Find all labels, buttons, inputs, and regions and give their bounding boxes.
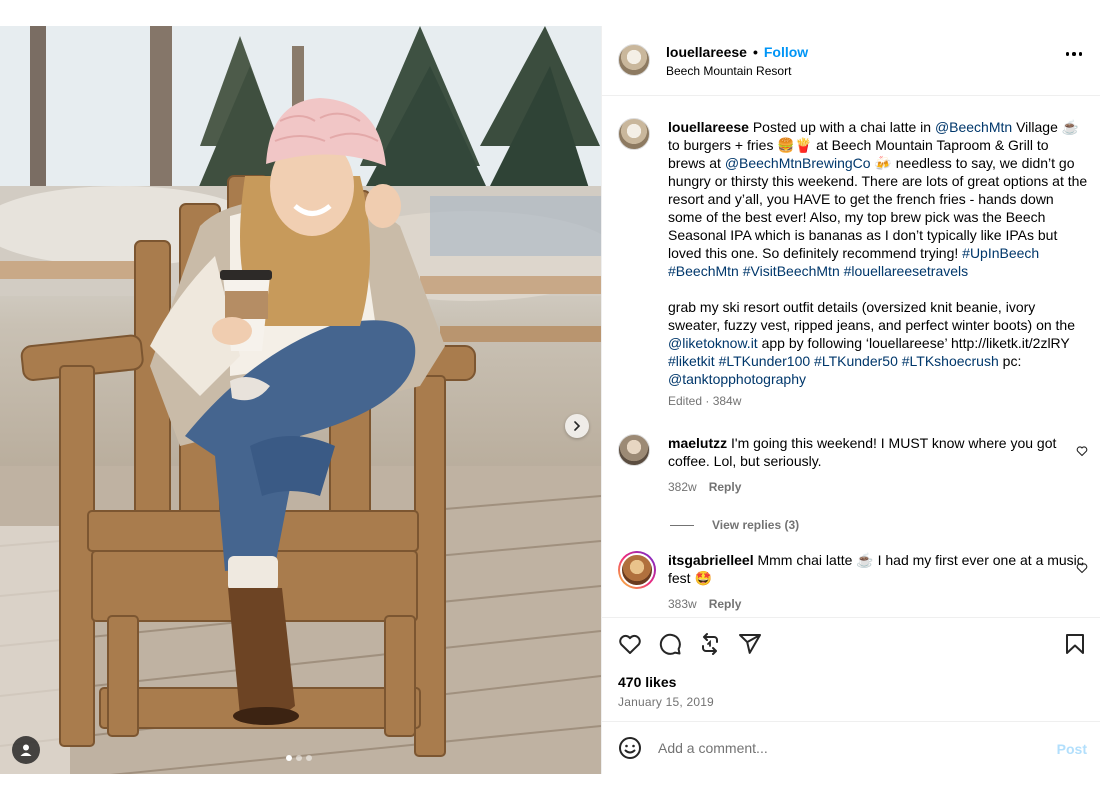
next-slide-button[interactable] <box>565 414 589 438</box>
emoji-icon <box>619 737 641 759</box>
post-comment-button[interactable]: Post <box>1057 741 1087 757</box>
author-line: louellareese • Follow <box>666 44 808 60</box>
caption-block: louellareese Posted up with a chai latte… <box>618 118 1088 408</box>
comment-meta: 382w Reply <box>668 480 1088 494</box>
comment-icon <box>659 633 681 655</box>
carousel-dot <box>286 755 292 761</box>
hashtags[interactable]: #liketkit #LTKunder100 #LTKunder50 #LTKs… <box>668 353 999 369</box>
like-button[interactable] <box>618 632 642 661</box>
tagged-users-button[interactable] <box>12 736 40 764</box>
add-comment-bar: Post <box>602 721 1100 774</box>
caption-part: pc: <box>998 353 1022 369</box>
view-replies-button[interactable]: View replies (3) <box>670 518 799 532</box>
share-icon <box>739 634 761 654</box>
share-button[interactable] <box>738 632 762 661</box>
more-horizontal-icon <box>1065 52 1082 56</box>
caption-meta: Edited · 384w <box>668 394 742 408</box>
like-comment-button[interactable] <box>1076 561 1088 579</box>
carousel-indicator <box>286 755 312 761</box>
post-panel: louellareese • Follow Beech Mountain Resor… <box>601 26 1100 774</box>
heart-icon <box>1076 446 1088 457</box>
comment-item: itsgabrielleel Mmm chai latte ☕ I had my… <box>618 551 1088 611</box>
commenter-avatar[interactable] <box>618 551 656 589</box>
heart-icon <box>1076 563 1088 574</box>
repost-icon <box>702 633 718 655</box>
caption-part: grab my ski resort outfit details (overs… <box>668 299 1075 333</box>
comment-meta: 383w Reply <box>668 597 1088 611</box>
more-options-button[interactable] <box>1065 52 1082 56</box>
comment-age: 383w <box>668 597 697 611</box>
view-replies-label: View replies (3) <box>712 518 800 532</box>
commenter-username[interactable]: itsgabrielleel <box>668 552 754 568</box>
mention-link[interactable]: @tanktopphotography <box>668 371 806 387</box>
comment-item: maelutzz I'm going this weekend! I MUST … <box>618 434 1088 494</box>
comment-text: maelutzz I'm going this weekend! I MUST … <box>668 434 1088 470</box>
comment-age: 382w <box>668 480 697 494</box>
post-media[interactable] <box>0 26 601 774</box>
post-actions: 470 likes January 15, 2019 <box>602 617 1100 721</box>
post-photo <box>0 26 601 774</box>
author-avatar[interactable] <box>618 44 650 76</box>
commenter-username[interactable]: maelutzz <box>668 435 727 451</box>
mention-link[interactable]: @BeechMtnBrewingCo <box>725 155 871 171</box>
action-icons <box>618 632 762 661</box>
save-button[interactable] <box>1063 632 1087 661</box>
bookmark-icon <box>1066 634 1084 654</box>
author-username[interactable]: louellareese <box>666 44 747 60</box>
user-icon <box>20 744 32 756</box>
chevron-right-icon <box>574 421 581 431</box>
heart-icon <box>619 634 641 654</box>
like-comment-button[interactable] <box>1076 444 1088 462</box>
reply-button[interactable]: Reply <box>709 480 742 494</box>
comment-input[interactable] <box>658 736 1038 760</box>
comment-text: itsgabrielleel Mmm chai latte ☕ I had my… <box>668 551 1088 587</box>
comment-button[interactable] <box>658 632 682 661</box>
mention-link[interactable]: @liketoknow.it <box>668 335 758 351</box>
post-date[interactable]: January 15, 2019 <box>618 695 714 709</box>
post-location[interactable]: Beech Mountain Resort <box>666 64 791 78</box>
caption-part: app by following ‘louellareese’ http://l… <box>757 335 1070 351</box>
repost-button[interactable] <box>698 632 722 661</box>
carousel-dot <box>296 755 302 761</box>
follow-button[interactable]: Follow <box>764 44 808 60</box>
emoji-button[interactable] <box>618 736 642 765</box>
caption-text: louellareese Posted up with a chai latte… <box>668 118 1088 388</box>
commenter-avatar[interactable] <box>618 434 650 466</box>
comments-list[interactable]: louellareese Posted up with a chai latte… <box>602 97 1100 617</box>
comment-body: I'm going this weekend! I MUST know wher… <box>668 435 1057 469</box>
carousel-dot <box>306 755 312 761</box>
caption-username[interactable]: louellareese <box>668 119 749 135</box>
separator-dot: • <box>752 44 758 60</box>
post-header: louellareese • Follow Beech Mountain Resor… <box>602 26 1100 96</box>
mention-link[interactable]: @BeechMtn <box>935 119 1012 135</box>
caption-part: Posted up with a chai latte in <box>748 119 935 135</box>
author-avatar[interactable] <box>618 118 650 150</box>
likes-count[interactable]: 470 likes <box>618 674 676 690</box>
reply-button[interactable]: Reply <box>709 597 742 611</box>
replies-divider <box>670 524 694 526</box>
